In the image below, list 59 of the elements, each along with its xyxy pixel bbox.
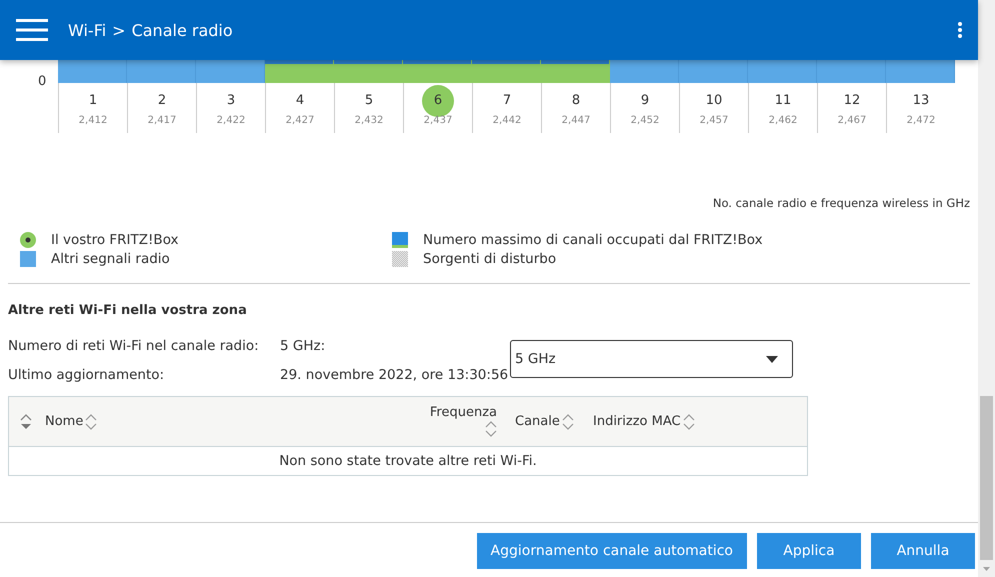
column-header[interactable]: Nome — [45, 414, 84, 429]
column-header[interactable]: Indirizzo MAC — [593, 414, 681, 429]
channel-number: 8 — [570, 92, 582, 110]
breadcrumb-separator: > — [112, 20, 126, 40]
channel-number: 4 — [294, 92, 306, 110]
channel-frequency: 2,422 — [216, 115, 246, 126]
page-title: Canale radio — [132, 20, 233, 40]
dropdown-caret-icon — [766, 356, 778, 362]
channel-number: 9 — [640, 92, 650, 110]
band-dropdown[interactable]: 5 GHz — [510, 340, 793, 378]
channel-number: 13 — [912, 92, 930, 110]
channel-frequency: 2,447 — [562, 115, 590, 126]
channel-number: 11 — [774, 92, 792, 110]
more-options-icon[interactable] — [958, 22, 962, 38]
channel-number: 7 — [502, 92, 512, 110]
sort-icon[interactable] — [19, 414, 33, 430]
channel-frequency: 2,442 — [492, 115, 522, 126]
channel-frequency: 2,457 — [700, 115, 728, 126]
channel-frequency: 2,432 — [354, 115, 384, 126]
sort-icon[interactable] — [682, 412, 695, 430]
channel-frequency: 2,412 — [78, 115, 108, 126]
info-value: 5 GHz: — [280, 338, 326, 356]
channel-number: 6 — [422, 85, 454, 117]
info-value: 29. novembre 2022, ore 13:30:56 — [280, 367, 508, 385]
sort-icon[interactable] — [485, 420, 497, 438]
channel-number: 12 — [842, 92, 862, 110]
channel-frequency: 2,472 — [906, 115, 936, 126]
sort-icon[interactable] — [85, 412, 98, 430]
channel-frequency: 2,417 — [148, 115, 176, 126]
channel-frequency: 2,427 — [286, 115, 314, 126]
channel-frequency: 2,437 — [424, 115, 452, 126]
empty-message: Non sono state trovate altre reti Wi-Fi. — [278, 452, 538, 471]
channel-number: 2 — [156, 92, 168, 110]
channel-frequency: 2,467 — [838, 115, 866, 126]
scrollbar-drawing[interactable] — [978, 0, 995, 577]
channel-number: 10 — [704, 92, 724, 110]
legend-label: Sorgenti di disturbo — [423, 251, 556, 267]
legend-label: Numero massimo di canali occupati dal FRITZ!Box — [423, 232, 763, 248]
column-header[interactable]: Canale — [515, 414, 560, 429]
menu-icon[interactable] — [16, 19, 48, 41]
sort-icon[interactable] — [562, 412, 574, 430]
info-label: Ultimo aggiornamento: — [8, 367, 166, 385]
column-header[interactable]: Frequenza — [430, 405, 497, 420]
legend-label: Altri segnali radio — [51, 251, 170, 267]
info-label: Numero di reti Wi-Fi nel canale radio: — [8, 338, 260, 356]
legend-label: Il vostro FRITZ!Box — [51, 232, 179, 248]
channel-number: 3 — [226, 92, 236, 110]
axis-label: 0 — [38, 74, 48, 89]
channel-number: 1 — [88, 92, 98, 110]
other-signals-icon — [20, 251, 36, 267]
section-heading: Altre reti Wi-Fi nella vostra zona — [8, 303, 248, 318]
chart-caption: No. canale radio e frequenza wireless in GHz — [712, 196, 971, 210]
channel-number: 5 — [364, 92, 374, 110]
breadcrumb-link[interactable]: Wi-Fi — [68, 20, 106, 40]
interference-icon — [392, 251, 408, 267]
channel-frequency: 2,462 — [768, 115, 798, 126]
own-device-icon — [20, 232, 36, 248]
occupied-channels-icon — [392, 232, 408, 248]
channel-frequency: 2,452 — [630, 115, 660, 126]
